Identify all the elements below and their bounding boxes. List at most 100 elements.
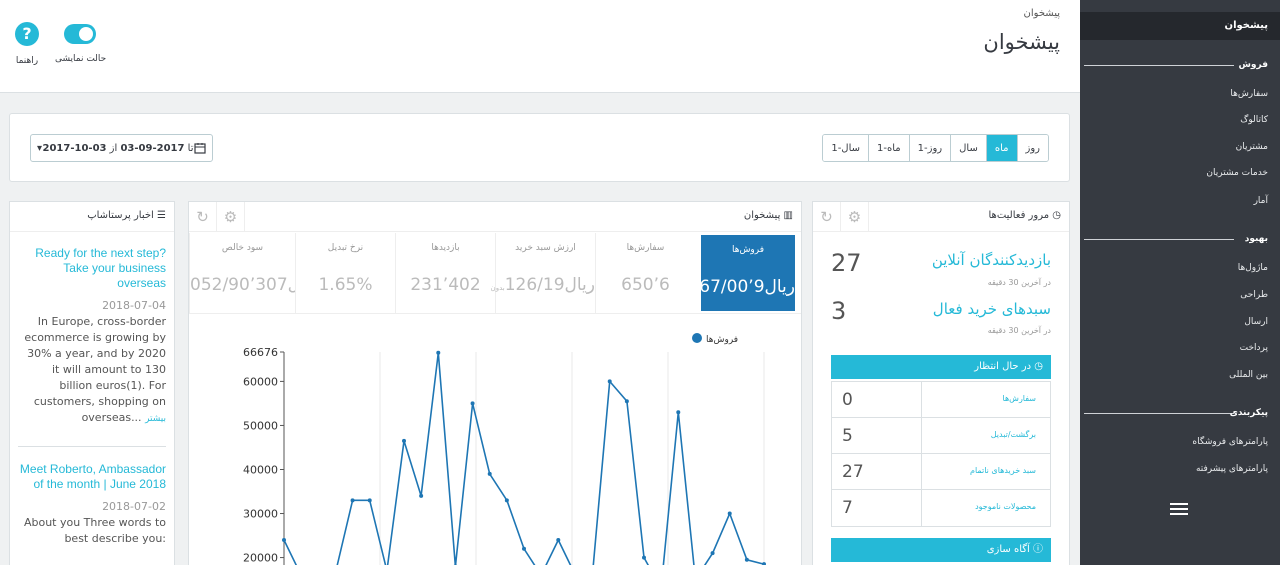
kpi-value: ریال9’167/00 xyxy=(688,277,795,297)
sidebar-item-design[interactable]: طراحی xyxy=(1240,290,1268,300)
sidebar-item-customer-service[interactable]: خدمات مشتریان xyxy=(1206,168,1268,178)
sidebar-item-international[interactable]: بین المللی xyxy=(1229,370,1268,380)
sidebar-item-catalog[interactable]: کاتالوگ xyxy=(1240,115,1268,125)
pending-value: 0 xyxy=(832,382,922,418)
panel-title: ◷ مرور فعالیت‌ها xyxy=(988,210,1062,221)
period-prev-day-button[interactable]: روز-1 xyxy=(908,135,951,161)
data-point xyxy=(556,537,561,542)
sidebar-divider xyxy=(1084,65,1234,66)
demo-mode-label: حالت نمایشی xyxy=(55,54,107,64)
sidebar-section-sell: فروش xyxy=(1238,60,1268,70)
y-tick-label: 60000 xyxy=(243,375,278,388)
page-title: پیشخوان xyxy=(983,30,1060,54)
refresh-icon[interactable]: ↻ xyxy=(189,202,217,232)
pending-value: 27 xyxy=(832,454,922,490)
sidebar-divider xyxy=(1084,413,1234,414)
dashboard-panel: ▥ پیشخوان ⚙ ↻ فروش‌ها ریال9’167/00 سفارش… xyxy=(188,201,802,565)
period-prev-month-button[interactable]: ماه-1 xyxy=(868,135,909,161)
menu-icon[interactable] xyxy=(1170,503,1188,515)
pending-value: 7 xyxy=(832,490,922,526)
pending-orders-link[interactable]: سفارش‌ها xyxy=(1003,394,1036,403)
kpi-row: فروش‌ها ریال9’167/00 سفارش‌ها 6’650 ارزش… xyxy=(189,233,801,313)
news-panel: ☰ اخبار پرستاشاپ Ready for the next step… xyxy=(9,201,175,565)
kpi-title: سفارش‌ها xyxy=(626,243,665,253)
period-button-group: روز ماه سال روز-1 ماه-1 سال-1 xyxy=(822,134,1049,162)
kpi-cart-value[interactable]: ارزش سبد خرید ریال126/19بدون xyxy=(490,233,595,313)
sidebar-item-stats[interactable]: آمار xyxy=(1254,196,1268,206)
page-header: پیشخوان پیشخوان ? راهنما حالت نمایشی xyxy=(0,0,1080,93)
gear-icon[interactable]: ⚙ xyxy=(841,202,869,232)
kpi-orders[interactable]: سفارش‌ها 6’650 xyxy=(595,233,695,313)
sidebar-item-shop-parameters[interactable]: پارامترهای فروشگاه xyxy=(1192,437,1268,447)
news-date: 2018-07-02 xyxy=(102,500,166,513)
kpi-value: ریال126/19بدون xyxy=(490,275,595,295)
online-visitors-subtitle: در آخرین 30 دقیقه xyxy=(987,278,1051,287)
data-point xyxy=(710,551,715,556)
period-prev-year-button[interactable]: سال-1 xyxy=(823,135,869,161)
kpi-conversion[interactable]: نرخ تبدیل 1.65% xyxy=(295,233,395,313)
panel-title: ☰ اخبار پرستاشاپ xyxy=(87,210,166,221)
sidebar-item-advanced-parameters[interactable]: پارامترهای پیشرفته xyxy=(1196,464,1268,474)
table-row: 5 برگشت/تبدیل xyxy=(832,418,1050,454)
data-point xyxy=(744,557,749,562)
data-point xyxy=(419,493,424,498)
panel-header: ☰ اخبار پرستاشاپ xyxy=(10,202,174,232)
kpi-net-profit[interactable]: سود خالص ریال307’052/90 xyxy=(189,233,295,313)
news-title-link[interactable]: Ready for the next step? Take your busin… xyxy=(18,246,166,291)
kpi-title: سود خالص xyxy=(221,243,264,253)
y-tick-label: 30000 xyxy=(243,508,278,521)
sidebar-item-orders[interactable]: سفارش‌ها xyxy=(1230,89,1268,99)
breadcrumb[interactable]: پیشخوان xyxy=(1024,8,1060,19)
period-year-button[interactable]: سال xyxy=(950,135,986,161)
demo-mode-toggle[interactable]: حالت نمایشی xyxy=(55,22,107,64)
news-title-link[interactable]: Meet Roberto, Ambassador of the month | … xyxy=(18,462,166,492)
data-point xyxy=(727,511,732,516)
online-visitors-link[interactable]: بازدیدکنندگان آنلاین xyxy=(932,251,1051,269)
date-range-text: 2017-10-03 تا 2017-09-03 از xyxy=(42,142,194,154)
sidebar-item-customers[interactable]: مشتریان xyxy=(1236,142,1268,152)
sidebar: پیشخوان فروش سفارش‌ها کاتالوگ مشتریان خد… xyxy=(1080,0,1280,565)
kpi-title: بازدیدها xyxy=(431,243,460,253)
out-of-stock-link[interactable]: محصولات ناموجود xyxy=(975,502,1036,511)
refresh-icon[interactable]: ↻ xyxy=(813,202,841,232)
kpi-value: 402’231 xyxy=(410,275,481,295)
clock-icon: ◷ xyxy=(1052,210,1061,221)
sidebar-item-label: پیشخوان xyxy=(1224,20,1268,31)
abandoned-carts-link[interactable]: سبد خریدهای ناتمام xyxy=(970,466,1036,475)
panel-header: ▥ پیشخوان ⚙ ↻ xyxy=(189,202,801,232)
legend-label: فروش‌ها xyxy=(706,335,738,345)
news-date: 2018-07-04 xyxy=(102,299,166,312)
table-row: 27 سبد خریدهای ناتمام xyxy=(832,454,1050,490)
data-point xyxy=(522,546,526,551)
sidebar-item-shipping[interactable]: ارسال xyxy=(1244,317,1268,327)
divider xyxy=(18,446,166,447)
kpi-sales[interactable]: فروش‌ها ریال9’167/00 xyxy=(688,233,797,313)
sales-line-chart: 20000 30000 40000 50000 60000 66676 فروش‌ها xyxy=(243,333,766,565)
info-icon: ⓘ xyxy=(1033,544,1043,555)
rss-icon: ☰ xyxy=(157,210,166,221)
notifications-header: ⓘ آگاه سازی xyxy=(831,538,1051,562)
active-carts-count: 3 xyxy=(831,297,847,325)
date-range-picker[interactable]: ▾ 2017-10-03 تا 2017-09-03 از xyxy=(30,134,213,162)
period-month-button[interactable]: ماه xyxy=(985,135,1017,161)
period-day-button[interactable]: روز xyxy=(1016,135,1048,161)
sidebar-item-dashboard[interactable]: پیشخوان xyxy=(1080,12,1280,40)
read-more-link[interactable]: بیشتر xyxy=(145,414,166,424)
news-body: In Europe, cross-border ecommerce is gro… xyxy=(24,315,166,424)
kpi-title: فروش‌ها xyxy=(731,245,765,255)
y-tick-label: 40000 xyxy=(243,463,278,476)
kpi-visits[interactable]: بازدیدها 402’231 xyxy=(395,233,495,313)
gear-icon[interactable]: ⚙ xyxy=(217,202,245,232)
help-button[interactable]: ? راهنما xyxy=(12,22,42,66)
sidebar-divider xyxy=(1084,239,1234,240)
sidebar-item-modules[interactable]: ماژول‌ها xyxy=(1238,263,1268,273)
sidebar-item-payment[interactable]: پرداخت xyxy=(1240,343,1268,353)
panel-title: ▥ پیشخوان xyxy=(743,210,793,221)
y-tick-label: 50000 xyxy=(243,419,278,432)
data-point xyxy=(436,350,441,355)
legend-marker xyxy=(692,333,702,343)
kpi-title: ارزش سبد خرید xyxy=(515,243,576,253)
active-carts-link[interactable]: سبدهای خرید فعال xyxy=(933,300,1051,318)
pending-returns-link[interactable]: برگشت/تبدیل xyxy=(991,430,1036,439)
data-point xyxy=(350,498,355,503)
